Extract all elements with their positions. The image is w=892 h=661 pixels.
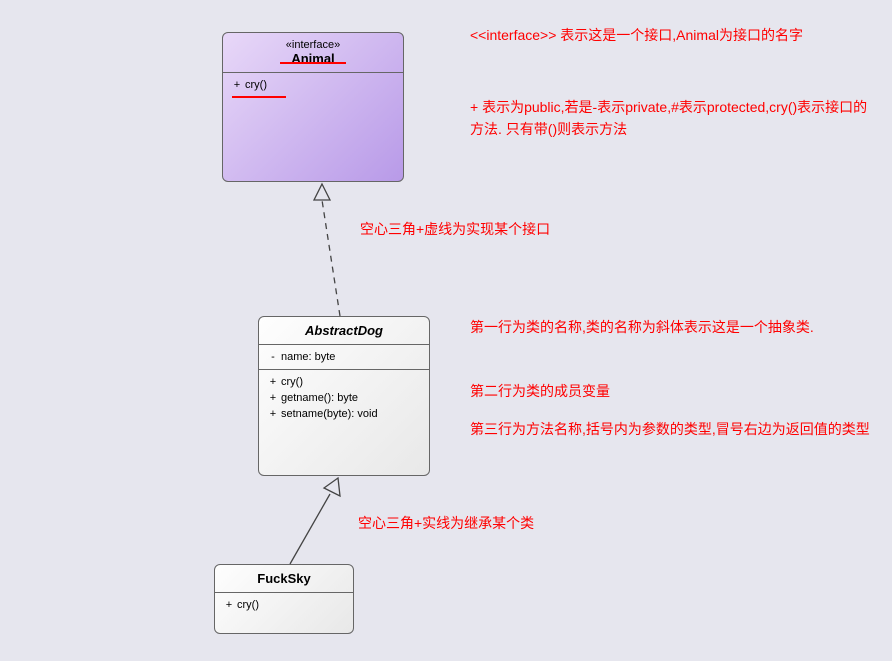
- uml-class-fucksky: FuckSky + cry(): [214, 564, 354, 634]
- method-signature: getname(): byte: [281, 390, 358, 406]
- method-signature: cry(): [237, 597, 259, 613]
- visibility: +: [221, 597, 237, 613]
- class-name: FuckSky: [219, 571, 349, 586]
- uml-class-abstractdog: AbstractDog - name: byte + cry() + getna…: [258, 316, 430, 476]
- annotation-generalization-desc: 空心三角+实线为继承某个类: [358, 512, 658, 534]
- underline-mark: [280, 62, 346, 64]
- underline-mark: [232, 96, 286, 98]
- visibility: +: [265, 374, 281, 390]
- generalization-connector: [290, 478, 340, 564]
- methods-section: + cry() + getname(): byte + setname(byte…: [259, 370, 429, 466]
- annotation-interface-desc: <<interface>> 表示这是一个接口,Animal为接口的名字: [470, 24, 870, 46]
- uml-interface-animal: «interface» Animal + cry(): [222, 32, 404, 182]
- visibility: +: [265, 390, 281, 406]
- class-name: AbstractDog: [263, 323, 425, 338]
- annotation-visibility-desc: + 表示为public,若是-表示private,#表示protected,cr…: [470, 96, 870, 140]
- annotation-class-row1: 第一行为类的名称,类的名称为斜体表示这是一个抽象类.: [470, 316, 870, 338]
- method-row: + cry(): [221, 597, 347, 613]
- uml-title: AbstractDog: [259, 317, 429, 345]
- attributes-section: - name: byte: [259, 345, 429, 370]
- annotation-class-row2: 第二行为类的成员变量: [470, 380, 870, 402]
- methods-section: + cry(): [223, 73, 403, 183]
- stereotype-label: «interface»: [227, 39, 399, 51]
- realization-connector: [314, 184, 340, 316]
- attribute-signature: name: byte: [281, 349, 335, 365]
- visibility: +: [265, 406, 281, 422]
- methods-section: + cry(): [215, 593, 353, 617]
- method-signature: cry(): [281, 374, 303, 390]
- visibility: +: [229, 77, 245, 93]
- method-row: + cry(): [265, 374, 423, 390]
- visibility: -: [265, 349, 281, 365]
- method-row: + cry(): [229, 77, 397, 93]
- method-row: + getname(): byte: [265, 390, 423, 406]
- method-row: + setname(byte): void: [265, 406, 423, 422]
- attribute-row: - name: byte: [265, 349, 423, 365]
- uml-title: «interface» Animal: [223, 33, 403, 73]
- annotation-class-row3: 第三行为方法名称,括号内为参数的类型,冒号右边为返回值的类型: [470, 418, 870, 440]
- method-signature: setname(byte): void: [281, 406, 378, 422]
- annotation-realization-desc: 空心三角+虚线为实现某个接口: [360, 218, 660, 240]
- uml-title: FuckSky: [215, 565, 353, 593]
- method-signature: cry(): [245, 77, 267, 93]
